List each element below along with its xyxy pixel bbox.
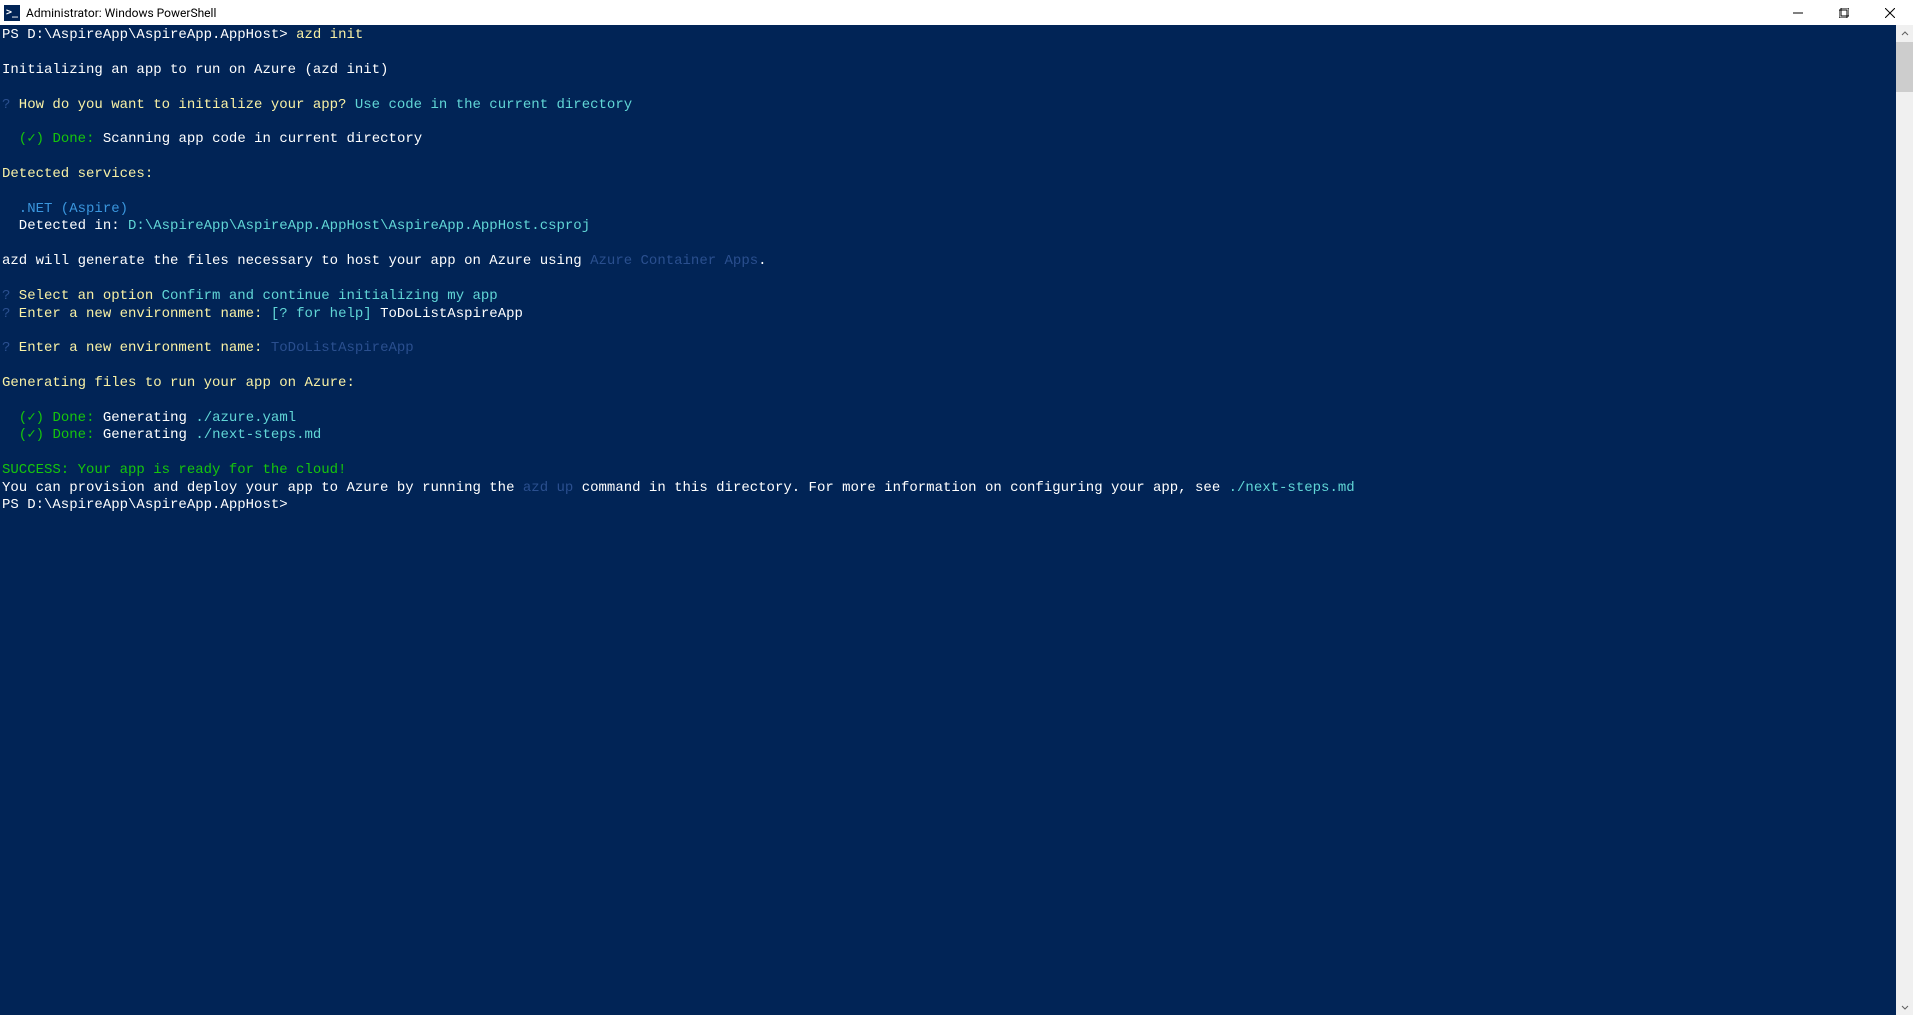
done-scan: (✓) Done: Scanning app code in current d… xyxy=(2,131,422,147)
question-select: ? Select an option Confirm and continue … xyxy=(2,288,498,304)
done-gen2: (✓) Done: Generating ./next-steps.md xyxy=(2,427,321,443)
terminal-container: PS D:\AspireApp\AspireApp.AppHost> azd i… xyxy=(0,25,1913,1015)
dotnet-aspire: .NET (Aspire) xyxy=(2,201,128,217)
init-line: Initializing an app to run on Azure (azd… xyxy=(2,62,388,78)
close-button[interactable] xyxy=(1867,0,1913,25)
prompt-line-2: PS D:\AspireApp\AspireApp.AppHost> xyxy=(2,497,288,513)
terminal-output[interactable]: PS D:\AspireApp\AspireApp.AppHost> azd i… xyxy=(0,25,1896,1015)
scrollbar-up-icon[interactable] xyxy=(1896,25,1913,42)
window-controls xyxy=(1775,0,1913,25)
question-init: ? How do you want to initialize your app… xyxy=(2,97,632,113)
maximize-button[interactable] xyxy=(1821,0,1867,25)
footer-line: You can provision and deploy your app to… xyxy=(2,480,1355,496)
detected-in: Detected in: D:\AspireApp\AspireApp.AppH… xyxy=(2,218,590,234)
success-line: SUCCESS: Your app is ready for the cloud… xyxy=(2,462,346,478)
minimize-button[interactable] xyxy=(1775,0,1821,25)
detected-services-label: Detected services: xyxy=(2,166,153,182)
scrollbar-down-icon[interactable] xyxy=(1896,998,1913,1015)
generate-line: azd will generate the files necessary to… xyxy=(2,253,767,269)
generating-files-label: Generating files to run your app on Azur… xyxy=(2,375,355,391)
question-env1: ? Enter a new environment name: [? for h… xyxy=(2,306,523,322)
window-titlebar: >_ Administrator: Windows PowerShell xyxy=(0,0,1913,25)
scrollbar-track[interactable] xyxy=(1896,25,1913,1015)
scrollbar-thumb[interactable] xyxy=(1896,42,1913,92)
titlebar-left: >_ Administrator: Windows PowerShell xyxy=(4,5,216,21)
question-env2: ? Enter a new environment name: ToDoList… xyxy=(2,340,414,356)
powershell-icon: >_ xyxy=(4,5,20,21)
window-title: Administrator: Windows PowerShell xyxy=(26,6,216,20)
prompt-line: PS D:\AspireApp\AspireApp.AppHost> azd i… xyxy=(2,27,363,43)
done-gen1: (✓) Done: Generating ./azure.yaml xyxy=(2,410,296,426)
